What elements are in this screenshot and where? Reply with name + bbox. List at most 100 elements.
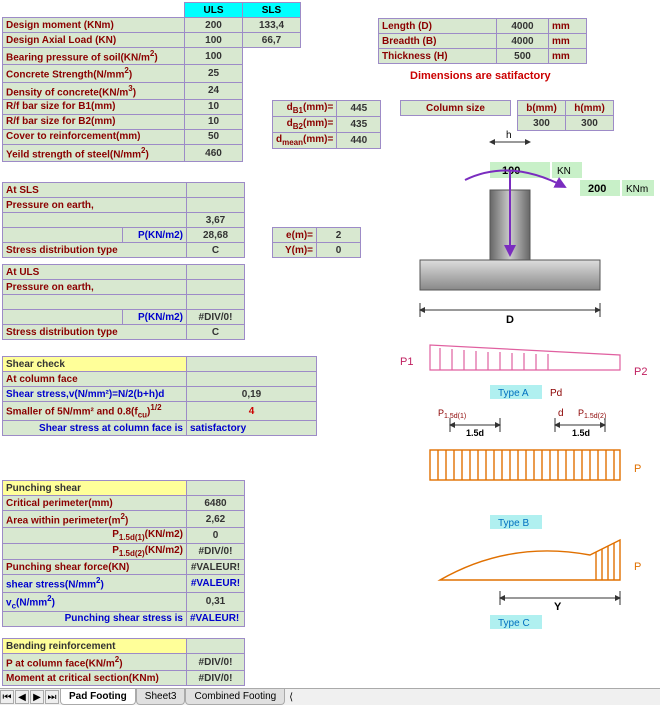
label-length: Length (D) — [379, 19, 497, 34]
label-sls-pressure: Pressure on earth, — [3, 198, 187, 213]
footing-diagram: h 100 KN 200 KNm D P1 P2 Type A Pd P1.5d… — [390, 120, 660, 660]
diag-load-unit: KN — [557, 166, 571, 177]
punching-table: Punching shear Critical perimeter(mm)648… — [2, 480, 245, 627]
val-axial-sls[interactable]: 66,7 — [243, 33, 301, 48]
diag-Y: Y — [554, 601, 562, 613]
val-p15d1: 0 — [187, 528, 245, 544]
val-density[interactable]: 24 — [185, 82, 243, 99]
val-shear-stress: 0,19 — [187, 387, 317, 402]
val-bearing-pressure[interactable]: 100 — [185, 48, 243, 65]
val-p15d2: #DIV/0! — [187, 544, 245, 560]
val-smaller: 4 — [187, 402, 317, 421]
diag-P1: P1 — [400, 356, 413, 368]
label-smaller: Smaller of 5N/mm² and 0.8(fcu)1/2 — [3, 402, 187, 421]
db-table: dB1(mm)=445 dB2(mm)=435 dmean(mm)=440 — [272, 100, 381, 149]
val-db1: 445 — [337, 101, 381, 117]
diag-h: h — [506, 130, 512, 141]
val-breadth[interactable]: 4000 — [497, 34, 549, 49]
tab-pad-footing[interactable]: Pad Footing — [60, 689, 136, 705]
val-y: 0 — [317, 243, 361, 258]
diag-typeC: Type C — [498, 618, 530, 629]
label-design-moment: Design moment (KNm) — [3, 18, 185, 33]
diag-Pd: Pd — [550, 388, 562, 399]
heading-punch: Punching shear — [3, 481, 187, 496]
label-bearing-pressure: Bearing pressure of soil(KN/m2) — [3, 48, 185, 65]
diag-D: D — [506, 314, 514, 326]
label-yield: Yeild strength of steel(N/mm2) — [3, 144, 185, 161]
tab-combined[interactable]: Combined Footing — [185, 689, 285, 705]
diag-moment-unit: KNm — [626, 184, 648, 195]
val-length[interactable]: 4000 — [497, 19, 549, 34]
val-yield[interactable]: 460 — [185, 144, 243, 161]
diag-d: d — [558, 408, 564, 419]
val-uls-p: #DIV/0! — [187, 310, 245, 325]
val-concrete-strength[interactable]: 25 — [185, 65, 243, 82]
val-area: 2,62 — [187, 511, 245, 528]
unit-breadth: mm — [549, 34, 587, 49]
label-cover: Cover to reinforcement(mm) — [3, 129, 185, 144]
svg-text:1.5d: 1.5d — [572, 428, 590, 438]
dimensions-table: Length (D)4000mm Breadth (B)4000mm Thick… — [378, 18, 587, 64]
val-punch-force: #VALEUR! — [187, 560, 245, 575]
val-design-moment-sls[interactable]: 133,4 — [243, 18, 301, 33]
svg-text:P1.5d(2): P1.5d(2) — [578, 408, 606, 420]
label-rf-b1: R/f bar size for B1(mm) — [3, 99, 185, 114]
sls-header: SLS — [243, 3, 301, 18]
sls-table: At SLS Pressure on earth, 3,67 P(KN/m2)2… — [2, 182, 361, 258]
bending-table: Bending reinforcement P at column face(K… — [2, 638, 245, 686]
label-design-axial: Design Axial Load (KN) — [3, 33, 185, 48]
val-cover[interactable]: 50 — [185, 129, 243, 144]
diag-moment: 200 — [588, 183, 606, 195]
label-concrete-strength: Concrete Strength(N/mm2) — [3, 65, 185, 82]
label-vc: vc(N/mm2) — [3, 592, 187, 611]
diag-typeB: Type B — [498, 518, 529, 529]
label-punch-force: Punching shear force(KN) — [3, 560, 187, 575]
val-rf-b1[interactable]: 10 — [185, 99, 243, 114]
diag-P-C: P — [634, 561, 641, 573]
worksheet: ULSSLS Design moment (KNm)200133,4 Desig… — [0, 0, 660, 680]
val-face-result: satisfactory — [187, 421, 317, 436]
label-dmean: dmean(mm)= — [273, 133, 337, 149]
uls-table: At ULS Pressure on earth, P(KN/m2)#DIV/0… — [2, 264, 245, 340]
val-moment-crit: #DIV/0! — [187, 671, 245, 686]
tab-sheet3[interactable]: Sheet3 — [136, 689, 186, 705]
val-dmean: 440 — [337, 133, 381, 149]
val-design-moment-uls[interactable]: 200 — [185, 18, 243, 33]
label-punch-result: Punching shear stress is — [3, 611, 187, 626]
label-y: Y(m)= — [273, 243, 317, 258]
label-punch-stress: shear stress(N/mm2) — [3, 575, 187, 592]
label-at-face: At column face — [3, 372, 187, 387]
unit-thickness: mm — [549, 49, 587, 64]
val-punch-stress: #VALEUR! — [187, 575, 245, 592]
val-sls-stress: C — [187, 243, 245, 258]
sheet-tabs: ⏮ ◀ ▶ ⏭ Pad Footing Sheet3 Combined Foot… — [0, 688, 660, 705]
val-thickness[interactable]: 500 — [497, 49, 549, 64]
label-face-check: Shear stress at column face is — [3, 421, 187, 436]
unit-length: mm — [549, 19, 587, 34]
diag-P-B: P — [634, 463, 641, 475]
label-thickness: Thickness (H) — [379, 49, 497, 64]
tab-first-icon[interactable]: ⏮ — [0, 690, 14, 704]
label-db2: dB2(mm)= — [273, 117, 337, 133]
tab-last-icon[interactable]: ⏭ — [45, 690, 59, 704]
input-table: ULSSLS Design moment (KNm)200133,4 Desig… — [2, 2, 301, 162]
dimensions-note: Dimensions are satifactory — [410, 70, 551, 82]
label-moment-crit: Moment at critical section(KNm) — [3, 671, 187, 686]
label-b: b(mm) — [518, 101, 566, 116]
label-p-face: P at column face(KN/m2) — [3, 654, 187, 671]
label-uls-pressure: Pressure on earth, — [3, 280, 187, 295]
tab-next-icon[interactable]: ▶ — [30, 690, 44, 704]
val-uls-stress: C — [187, 325, 245, 340]
uls-header: ULS — [185, 3, 243, 18]
svg-text:1.5d: 1.5d — [466, 428, 484, 438]
diag-P2: P2 — [634, 366, 647, 378]
val-punch-result: #VALEUR! — [187, 611, 245, 626]
label-e: e(m)= — [273, 228, 317, 243]
val-axial-uls[interactable]: 100 — [185, 33, 243, 48]
val-rf-b2[interactable]: 10 — [185, 114, 243, 129]
heading-bending: Bending reinforcement — [3, 639, 187, 654]
tab-prev-icon[interactable]: ◀ — [15, 690, 29, 704]
heading-sls: At SLS — [3, 183, 187, 198]
val-e: 2 — [317, 228, 361, 243]
heading-uls: At ULS — [3, 265, 187, 280]
